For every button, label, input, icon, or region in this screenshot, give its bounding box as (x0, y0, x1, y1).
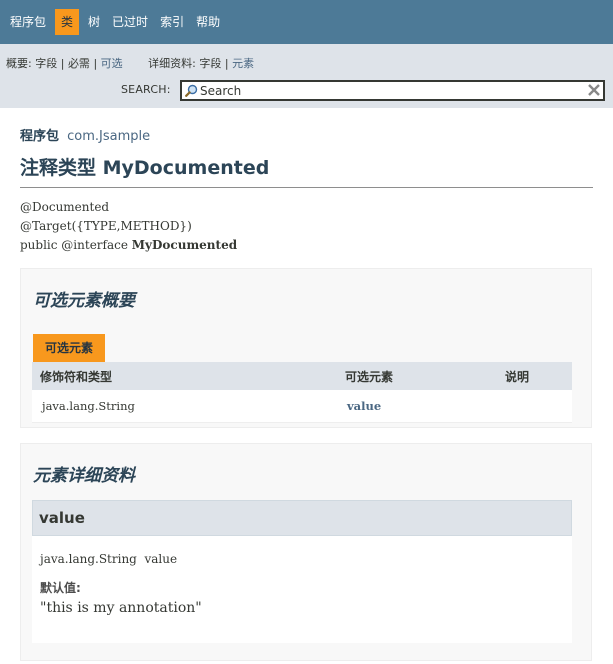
search-icon (185, 84, 198, 97)
detail-title: 元素详细资料 (33, 466, 135, 486)
reset-icon[interactable] (587, 83, 601, 97)
detail-label: 详细资料: (148, 57, 196, 70)
type-cell: java.lang.String (32, 390, 337, 423)
tab-optional-elements[interactable]: 可选元素 (33, 334, 106, 362)
sub-nav: 概要: 字段 | 必需 | 可选 详细资料: 字段 | 元素 SEARCH: (0, 44, 613, 108)
detail-element-link[interactable]: 元素 (232, 57, 254, 70)
signature-prefix: public @interface (20, 238, 132, 252)
top-nav: 程序包 类 树 已过时 索引 帮助 (0, 0, 226, 44)
search-input[interactable] (200, 82, 580, 99)
package-label: 程序包 (20, 129, 60, 144)
detail-body: java.lang.String value 默认值: "this is my … (32, 536, 572, 643)
package-line: 程序包 com.Jsample (20, 125, 150, 144)
signature-line: public @interface MyDocumented (20, 236, 237, 255)
nav-item-help[interactable]: 帮助 (190, 9, 226, 35)
page-title: 注释类型 MyDocumented (20, 157, 270, 179)
summary-optional-link[interactable]: 可选 (101, 57, 123, 70)
element-detail: 元素详细资料 value java.lang.String value 默认值:… (20, 443, 592, 661)
detail-field: 字段 (199, 57, 222, 70)
column-header: 可选元素 (337, 362, 497, 390)
column-header: 修饰符和类型 (32, 362, 337, 390)
search-box (180, 80, 605, 101)
detail-element-heading: value (32, 500, 572, 536)
column-header: 说明 (497, 362, 572, 390)
separator: | (60, 57, 65, 70)
description-cell (497, 390, 572, 423)
default-value: "this is my annotation" (40, 600, 202, 616)
nav-item-tree[interactable]: 树 (82, 9, 106, 35)
optional-element-summary: 可选元素概要 可选元素 修饰符和类型 可选元素 说明 java.lang.Str… (20, 268, 592, 428)
table-header-row: 修饰符和类型 可选元素 说明 (32, 362, 572, 390)
nav-item-deprecated[interactable]: 已过时 (106, 9, 154, 35)
element-link[interactable]: value (347, 399, 381, 413)
detail-signature: java.lang.String value (40, 552, 178, 566)
subnav-links: 概要: 字段 | 必需 | 可选 详细资料: 字段 | 元素 (6, 55, 276, 71)
detail-links: 详细资料: 字段 | 元素 (148, 57, 254, 70)
nav-item-class[interactable]: 类 (55, 9, 80, 35)
divider (20, 187, 593, 188)
separator: | (93, 57, 98, 70)
separator: | (224, 57, 229, 70)
signature-name: MyDocumented (131, 238, 238, 252)
element-cell: value (337, 390, 497, 423)
annotation-signature: @Documented @Target({TYPE,METHOD}) publi… (20, 198, 237, 255)
summary-label: 概要: (6, 57, 32, 70)
summary-table: 修饰符和类型 可选元素 说明 java.lang.String value (32, 362, 572, 423)
top-nav-bar: 程序包 类 树 已过时 索引 帮助 (0, 0, 613, 44)
summary-title: 可选元素概要 (33, 291, 135, 311)
nav-item-package[interactable]: 程序包 (4, 9, 52, 35)
signature-line: @Target({TYPE,METHOD}) (20, 219, 192, 233)
default-value-label: 默认值: (40, 581, 81, 595)
summary-required: 必需 (67, 57, 90, 70)
nav-item-index[interactable]: 索引 (154, 9, 190, 35)
summary-links: 概要: 字段 | 必需 | 可选 (6, 57, 126, 70)
table-row: java.lang.String value (32, 390, 572, 423)
summary-field: 字段 (35, 57, 58, 70)
signature-line: @Documented (20, 200, 110, 214)
package-link[interactable]: com.Jsample (67, 129, 150, 144)
search-label: SEARCH: (121, 83, 171, 96)
